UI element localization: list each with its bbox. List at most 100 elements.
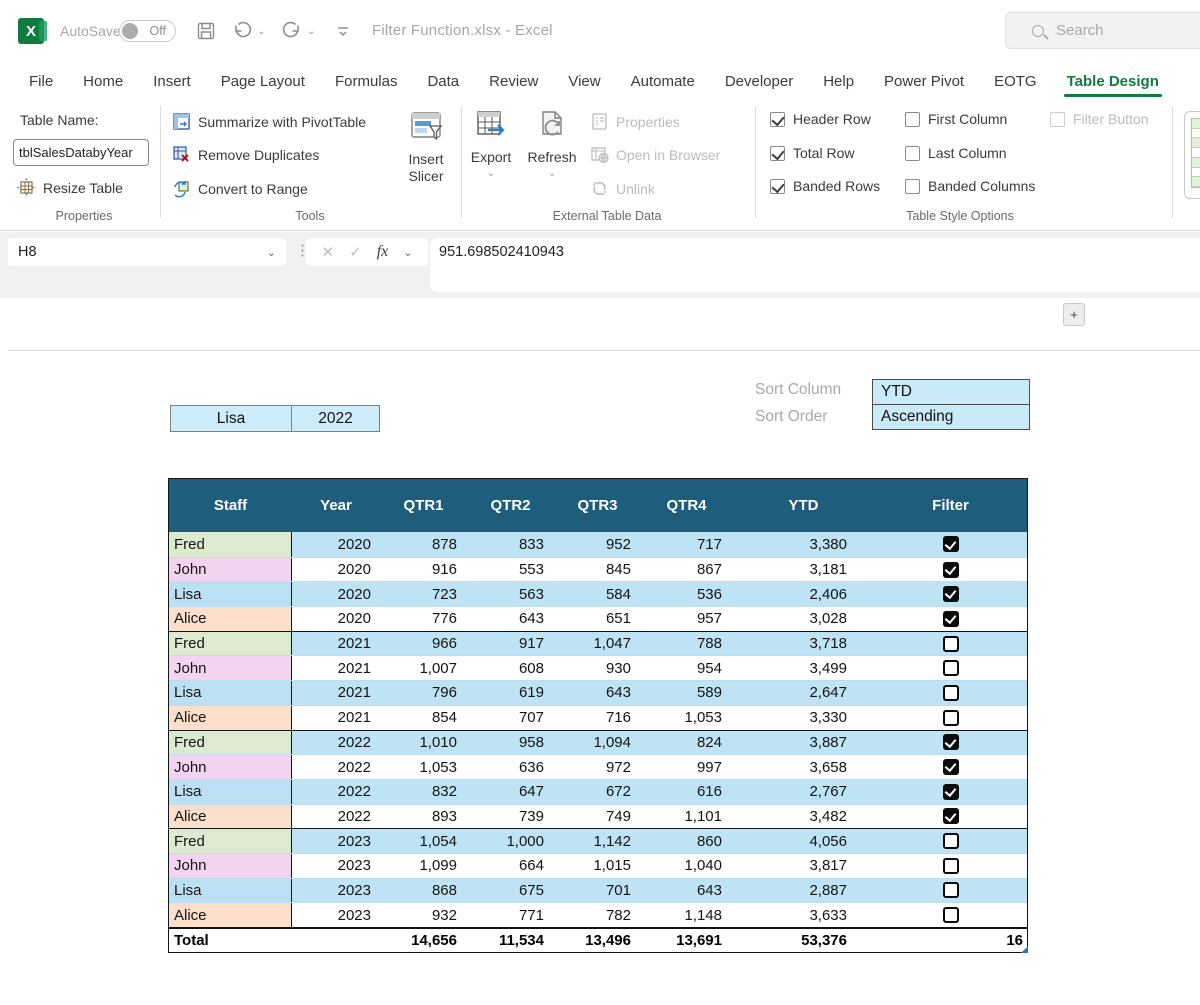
cell-qtr3[interactable]: 749	[554, 805, 641, 829]
cell-qtr2[interactable]: 739	[467, 805, 554, 829]
filter-checkbox-checked[interactable]	[943, 562, 959, 578]
cell-year[interactable]: 2023	[292, 903, 380, 927]
table-name-input[interactable]	[13, 139, 149, 166]
cell-qtr3[interactable]: 701	[554, 879, 641, 903]
cell-qtr1[interactable]: 932	[380, 903, 467, 927]
checkbox-icon[interactable]	[905, 112, 920, 127]
total-qtr3[interactable]: 13,496	[554, 929, 641, 952]
checkbox-icon[interactable]	[770, 179, 785, 194]
cell-qtr2[interactable]: 563	[467, 582, 554, 606]
cell-ytd[interactable]: 3,330	[732, 706, 875, 730]
summarize-with-pivottable-button[interactable]: Summarize with PivotTable	[172, 112, 366, 131]
cell-staff[interactable]: Fred	[169, 829, 292, 853]
cell-qtr2[interactable]: 643	[467, 607, 554, 631]
checkbox-first-column[interactable]: First Column	[905, 111, 1007, 127]
cell-qtr2[interactable]: 647	[467, 780, 554, 804]
cell-year[interactable]: 2022	[292, 805, 380, 829]
cell-filter[interactable]	[875, 632, 1026, 656]
cell-staff[interactable]: Alice	[169, 805, 292, 829]
name-box[interactable]: H8 ⌄	[8, 238, 286, 266]
cell-qtr1[interactable]: 1,053	[380, 755, 467, 779]
open-in-browser-button[interactable]: Open in Browser	[590, 145, 720, 164]
tab-data[interactable]: Data	[412, 62, 474, 100]
cell-qtr1[interactable]: 893	[380, 805, 467, 829]
total-filter-count[interactable]: 16	[875, 929, 1026, 952]
enter-formula-icon[interactable]: ✓	[349, 243, 362, 261]
total-ytd[interactable]: 53,376	[732, 929, 875, 952]
cell-year[interactable]: 2021	[292, 681, 380, 705]
cell-filter[interactable]	[875, 755, 1026, 779]
checkbox-icon[interactable]	[770, 112, 785, 127]
header-cell-staff[interactable]: Staff	[169, 479, 292, 532]
cell-qtr3[interactable]: 716	[554, 706, 641, 730]
filter-checkbox-checked[interactable]	[943, 784, 959, 800]
tab-home[interactable]: Home	[68, 62, 138, 100]
formula-bar-expand-icon[interactable]: ⌄	[403, 246, 412, 259]
filter-checkbox-unchecked[interactable]	[943, 636, 959, 652]
cell-qtr4[interactable]: 589	[641, 681, 732, 705]
cancel-formula-icon[interactable]: ✕	[322, 243, 335, 261]
search-input[interactable]: Search	[1005, 12, 1200, 49]
cell-qtr3[interactable]: 930	[554, 656, 641, 680]
cell-qtr1[interactable]: 832	[380, 780, 467, 804]
cell-ytd[interactable]: 2,767	[732, 780, 875, 804]
filter-checkbox-checked[interactable]	[943, 759, 959, 775]
cell-year[interactable]: 2022	[292, 731, 380, 755]
cell-qtr4[interactable]: 1,148	[641, 903, 732, 927]
cell-filter[interactable]	[875, 903, 1026, 927]
cell-qtr3[interactable]: 972	[554, 755, 641, 779]
cell-qtr3[interactable]: 584	[554, 582, 641, 606]
cell-filter[interactable]	[875, 558, 1026, 582]
cell-qtr4[interactable]: 643	[641, 879, 732, 903]
cell-qtr4[interactable]: 867	[641, 558, 732, 582]
cell-staff[interactable]: John	[169, 755, 292, 779]
cell-qtr1[interactable]: 1,010	[380, 731, 467, 755]
cell-qtr2[interactable]: 707	[467, 706, 554, 730]
cell-year[interactable]: 2021	[292, 656, 380, 680]
cell-staff[interactable]: Alice	[169, 607, 292, 631]
tab-developer[interactable]: Developer	[710, 62, 808, 100]
remove-duplicates-button[interactable]: Remove Duplicates	[172, 145, 319, 164]
cell-ytd[interactable]: 3,482	[732, 805, 875, 829]
filter-checkbox-unchecked[interactable]	[943, 660, 959, 676]
filter-checkbox-checked[interactable]	[943, 734, 959, 750]
cell-qtr4[interactable]: 616	[641, 780, 732, 804]
header-cell-year[interactable]: Year	[292, 479, 380, 532]
tab-insert[interactable]: Insert	[138, 62, 206, 100]
cell-qtr2[interactable]: 664	[467, 854, 554, 878]
cell-staff[interactable]: John	[169, 656, 292, 680]
cell-qtr2[interactable]: 619	[467, 681, 554, 705]
tab-review[interactable]: Review	[474, 62, 553, 100]
cell-staff[interactable]: Lisa	[169, 879, 292, 903]
tab-automate[interactable]: Automate	[616, 62, 710, 100]
cell-ytd[interactable]: 3,380	[732, 532, 875, 557]
cell-staff[interactable]: Fred	[169, 632, 292, 656]
cell-ytd[interactable]: 3,181	[732, 558, 875, 582]
cell-qtr2[interactable]: 771	[467, 903, 554, 927]
cell-qtr4[interactable]: 860	[641, 829, 732, 853]
cell-filter[interactable]	[875, 656, 1026, 680]
cell-staff[interactable]: John	[169, 558, 292, 582]
cell-qtr1[interactable]: 1,054	[380, 829, 467, 853]
cell-qtr2[interactable]: 675	[467, 879, 554, 903]
cell-staff[interactable]: Lisa	[169, 780, 292, 804]
export-button[interactable]: Export ⌄	[466, 108, 516, 179]
filter-checkbox-unchecked[interactable]	[943, 882, 959, 898]
cell-qtr4[interactable]: 536	[641, 582, 732, 606]
cell-filter[interactable]	[875, 854, 1026, 878]
cell-qtr1[interactable]: 723	[380, 582, 467, 606]
cell-ytd[interactable]: 2,406	[732, 582, 875, 606]
cell-qtr1[interactable]: 776	[380, 607, 467, 631]
autosave-toggle[interactable]: Off	[119, 20, 176, 42]
filter-name-cell[interactable]: Lisa	[170, 405, 292, 432]
checkbox-icon[interactable]	[905, 146, 920, 161]
cell-year[interactable]: 2020	[292, 582, 380, 606]
sort-order-cell[interactable]: Ascending	[872, 404, 1030, 430]
cell-qtr2[interactable]: 608	[467, 656, 554, 680]
save-icon[interactable]	[196, 21, 216, 41]
cell-year[interactable]: 2022	[292, 780, 380, 804]
cell-year[interactable]: 2020	[292, 558, 380, 582]
cell-filter[interactable]	[875, 532, 1026, 557]
cell-staff[interactable]: Fred	[169, 532, 292, 557]
cell-qtr3[interactable]: 782	[554, 903, 641, 927]
